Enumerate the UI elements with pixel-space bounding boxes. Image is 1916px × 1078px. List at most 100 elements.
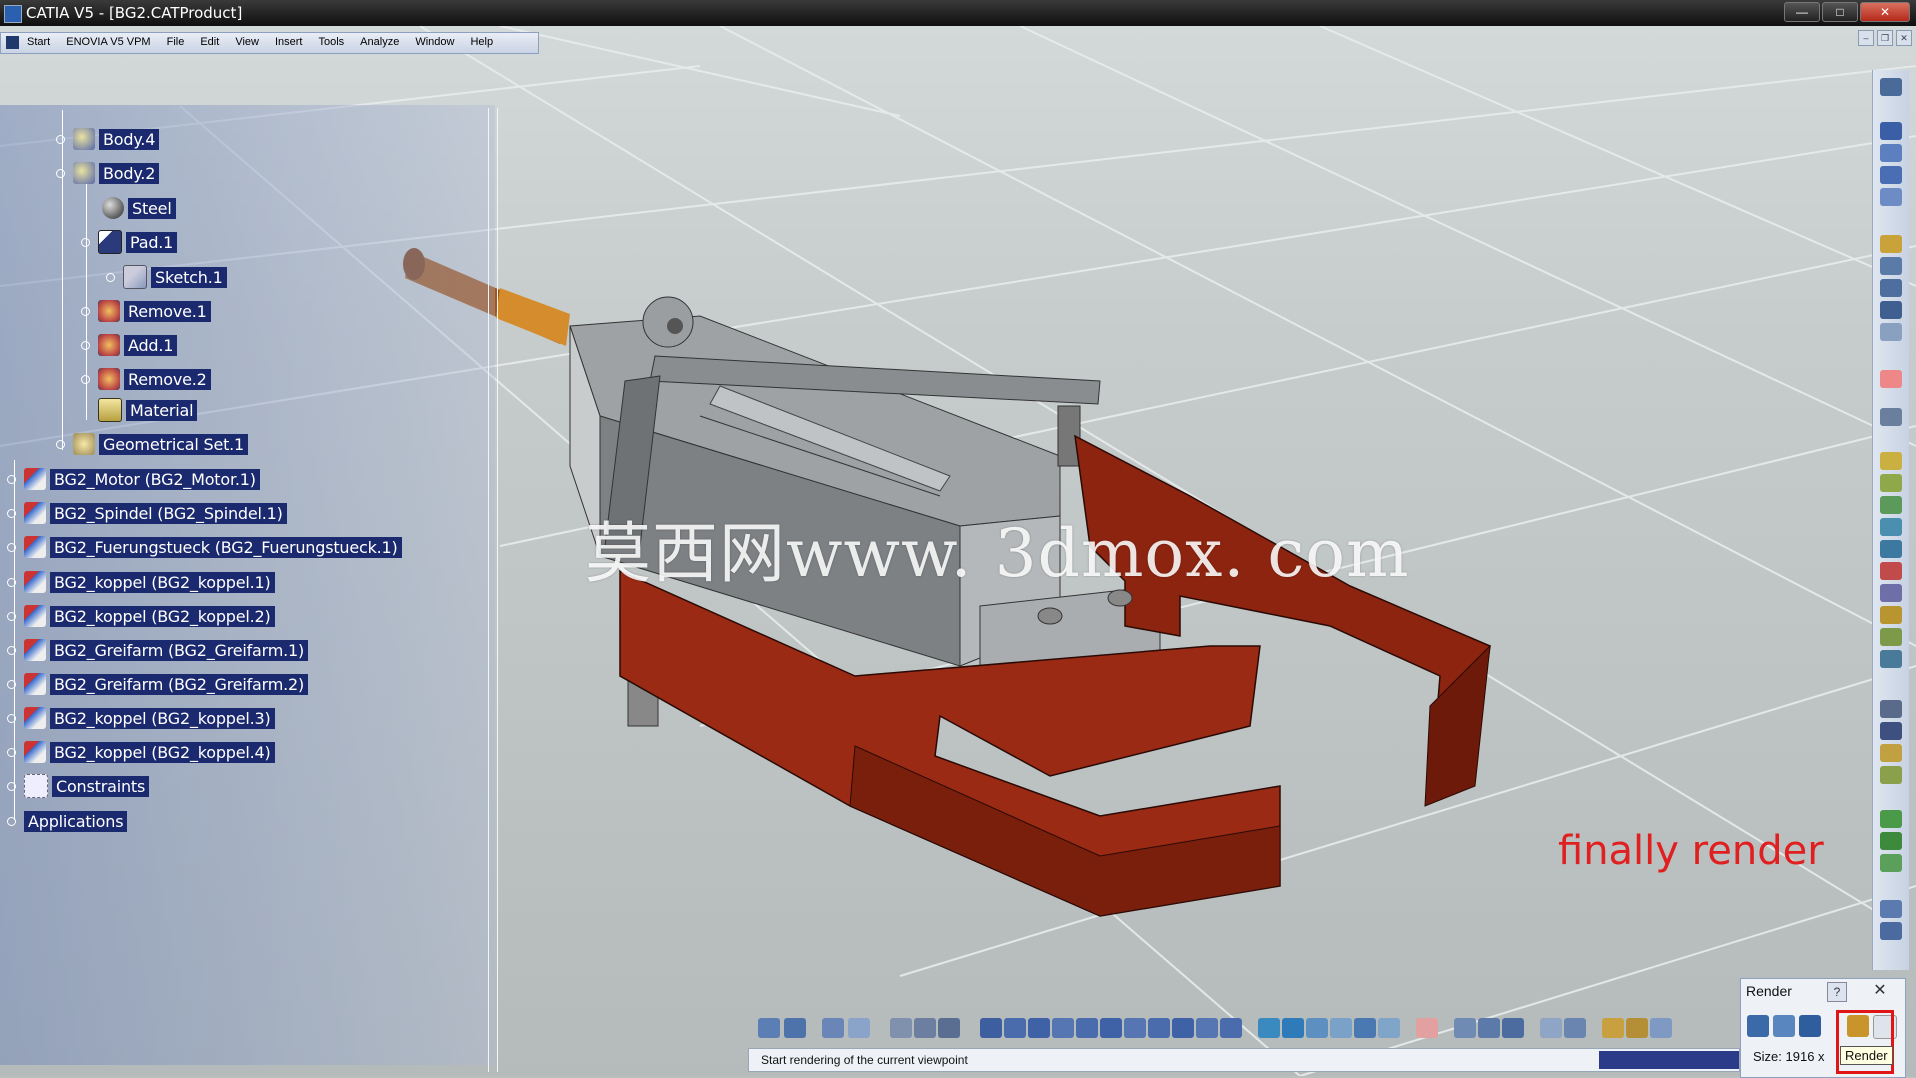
tree-node[interactable]: [81, 374, 90, 384]
menu-edit[interactable]: Edit: [200, 36, 219, 48]
tree-node[interactable]: [81, 340, 90, 350]
doc-close-icon[interactable]: ✕: [1896, 30, 1912, 46]
manipulation-icon[interactable]: [1880, 235, 1902, 253]
tree-item-koppel2[interactable]: BG2_koppel (BG2_koppel.2): [7, 604, 275, 628]
render-to-file-icon[interactable]: [1747, 1015, 1769, 1037]
text-icon[interactable]: [1880, 832, 1902, 850]
tree-node[interactable]: [7, 713, 16, 723]
maximize-button[interactable]: □: [1822, 2, 1858, 22]
tree-item-sketch1[interactable]: Sketch.1: [106, 265, 227, 289]
existing-component-icon[interactable]: [1880, 188, 1902, 206]
explode-icon[interactable]: [1880, 301, 1902, 319]
tree-item-greifarm1[interactable]: BG2_Greifarm (BG2_Greifarm.1): [7, 638, 309, 662]
pan-icon[interactable]: [1028, 1018, 1050, 1038]
menu-insert[interactable]: Insert: [275, 36, 303, 48]
workbench-icon[interactable]: [1880, 78, 1902, 96]
swap-space-icon[interactable]: [1258, 1018, 1280, 1038]
tree-item-koppel3[interactable]: BG2_koppel (BG2_koppel.3): [7, 706, 275, 730]
change-constraint-icon[interactable]: [1880, 628, 1902, 646]
flag-note-icon[interactable]: [1880, 854, 1902, 872]
help-button[interactable]: ?: [1827, 982, 1847, 1002]
tree-node[interactable]: [7, 645, 16, 655]
formula-icon[interactable]: [822, 1018, 844, 1038]
fly-mode-icon[interactable]: [980, 1018, 1002, 1038]
close-button[interactable]: ✕: [1860, 2, 1910, 22]
tree-node[interactable]: [106, 272, 115, 282]
quick-render-icon[interactable]: [1626, 1018, 1648, 1038]
enhanced-scene-icon[interactable]: [1880, 922, 1902, 940]
dialog-close-button[interactable]: ✕: [1871, 982, 1889, 1000]
doc-minimize-icon[interactable]: –: [1858, 30, 1874, 46]
render-settings-icon[interactable]: [1602, 1018, 1624, 1038]
tree-scrollbar[interactable]: [488, 108, 498, 1072]
tree-item-applications[interactable]: Applications: [7, 809, 128, 833]
undo-icon[interactable]: [758, 1018, 780, 1038]
insert-product-icon[interactable]: [1880, 166, 1902, 184]
stop-manipulate-icon[interactable]: [1880, 323, 1902, 341]
tree-item-add1[interactable]: Add.1: [81, 333, 178, 357]
menu-window[interactable]: Window: [415, 36, 454, 48]
camera-icon[interactable]: [1330, 1018, 1352, 1038]
knowledge-icon[interactable]: [848, 1018, 870, 1038]
doc-restore-icon[interactable]: ❐: [1877, 30, 1893, 46]
catia-app-icon[interactable]: [4, 5, 22, 23]
tree-item-material[interactable]: Material: [98, 398, 198, 422]
update-icon[interactable]: [1880, 408, 1902, 426]
sectioning-icon[interactable]: [1880, 744, 1902, 762]
table-icon[interactable]: [890, 1018, 912, 1038]
tree-item-motor[interactable]: BG2_Motor (BG2_Motor.1): [7, 467, 260, 491]
tree-item-remove2[interactable]: Remove.2: [81, 367, 211, 391]
clash-icon[interactable]: [1880, 722, 1902, 740]
constraint-contact-icon[interactable]: [1880, 474, 1902, 492]
quick-constraint-icon[interactable]: [1880, 584, 1902, 602]
reuse-pattern-icon[interactable]: [1880, 650, 1902, 668]
tree-item-steel[interactable]: Steel: [102, 196, 176, 220]
apply-material-icon[interactable]: [1354, 1018, 1376, 1038]
sticker-icon[interactable]: [1416, 1018, 1438, 1038]
render-shooting-icon[interactable]: [1650, 1018, 1672, 1038]
constraint-angle-icon[interactable]: [1880, 518, 1902, 536]
tree-node[interactable]: [56, 439, 65, 449]
environment-icon[interactable]: [1306, 1018, 1328, 1038]
texture-icon[interactable]: [1378, 1018, 1400, 1038]
document-icon[interactable]: [6, 36, 19, 49]
shooting-icon[interactable]: [1564, 1018, 1586, 1038]
tree-node[interactable]: [7, 542, 16, 552]
fix-component-icon[interactable]: [1880, 540, 1902, 558]
distance-icon[interactable]: [1880, 766, 1902, 784]
tree-item-koppel1[interactable]: BG2_koppel (BG2_koppel.1): [7, 570, 275, 594]
insert-component-icon[interactable]: [1880, 144, 1902, 162]
tree-node[interactable]: [7, 474, 16, 484]
tree-node[interactable]: [7, 508, 16, 518]
rotate-icon[interactable]: [1052, 1018, 1074, 1038]
select-icon[interactable]: [1880, 370, 1902, 388]
tree-node[interactable]: [7, 679, 16, 689]
tree-node[interactable]: [7, 611, 16, 621]
catalog-icon[interactable]: [914, 1018, 936, 1038]
space-analysis-icon[interactable]: [1880, 700, 1902, 718]
shading-icon[interactable]: [1196, 1018, 1218, 1038]
fit-all-icon[interactable]: [1004, 1018, 1026, 1038]
constraint-offset-icon[interactable]: [1880, 496, 1902, 514]
tree-item-fuerungstueck[interactable]: BG2_Fuerungstueck (BG2_Fuerungstueck.1): [7, 535, 402, 559]
tree-node[interactable]: [81, 237, 90, 247]
tree-node[interactable]: [56, 134, 65, 144]
menu-enovia[interactable]: ENOVIA V5 VPM: [66, 36, 150, 48]
tree-item-remove1[interactable]: Remove.1: [81, 299, 211, 323]
scenes-icon[interactable]: [1880, 900, 1902, 918]
menu-help[interactable]: Help: [470, 36, 493, 48]
tree-node[interactable]: [7, 577, 16, 587]
menu-analyze[interactable]: Analyze: [360, 36, 399, 48]
tree-node[interactable]: [7, 816, 16, 826]
render-region-icon[interactable]: [1773, 1015, 1795, 1037]
menu-tools[interactable]: Tools: [318, 36, 344, 48]
tree-item-koppel4[interactable]: BG2_koppel (BG2_koppel.4): [7, 740, 275, 764]
multi-view-icon[interactable]: [1148, 1018, 1170, 1038]
redo-icon[interactable]: [784, 1018, 806, 1038]
iso-view-icon[interactable]: [1172, 1018, 1194, 1038]
snap-icon[interactable]: [1880, 279, 1902, 297]
simulation-icon[interactable]: [1478, 1018, 1500, 1038]
scene-light-icon[interactable]: [1282, 1018, 1304, 1038]
tree-node[interactable]: [7, 747, 16, 757]
constraint-coincidence-icon[interactable]: [1880, 452, 1902, 470]
